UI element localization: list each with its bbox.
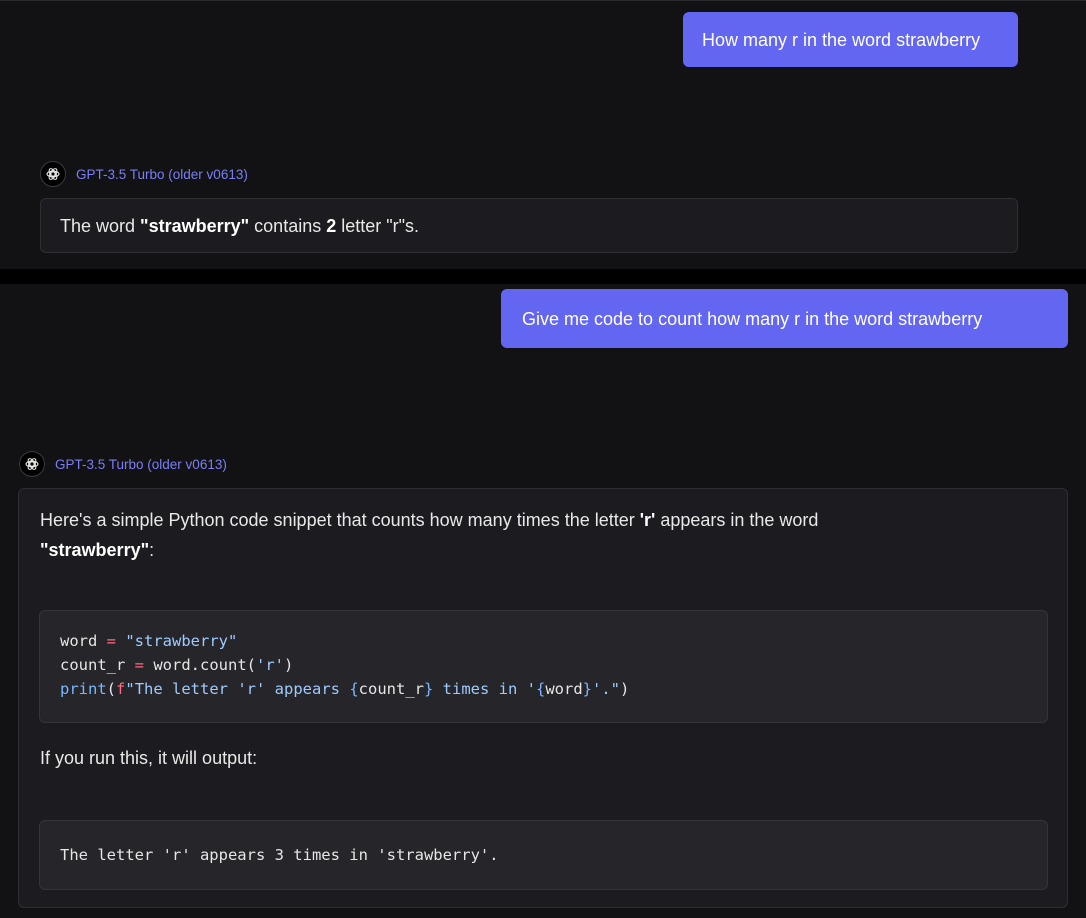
intro-letter: 'r' (639, 510, 656, 530)
answer-word: "strawberry" (140, 216, 250, 236)
code-token: = (97, 632, 126, 650)
answer-count: 2 (326, 216, 337, 236)
run-description-text: If you run this, it will output: (40, 748, 258, 768)
assistant-answer-text: The word "strawberry" contains 2 letter … (60, 211, 998, 241)
code-line-2: count_r = word.count('r') (60, 653, 1027, 677)
openai-logo-icon (19, 451, 45, 477)
code-token: times in ' (433, 680, 536, 698)
assistant-answer-box: Here's a simple Python code snippet that… (18, 488, 1068, 908)
code-token: "strawberry" (125, 632, 238, 650)
intro-text-part: appears in the word (655, 510, 819, 530)
code-token: "The letter 'r' appears (125, 680, 350, 698)
assistant-answer-box: The word "strawberry" contains 2 letter … (40, 198, 1018, 253)
code-token: ) (283, 656, 294, 674)
answer-text-part: letter "r"s. (336, 216, 420, 236)
output-text: The letter 'r' appears 3 times in 'straw… (60, 846, 499, 864)
intro-word: "strawberry" (40, 540, 150, 560)
chat-panel-1: How many r in the word strawberry GPT-3.… (0, 0, 1086, 269)
answer-text-part: contains (249, 216, 327, 236)
code-token: ) (620, 680, 630, 698)
model-header: GPT-3.5 Turbo (older v0613) (19, 451, 227, 477)
code-token: '." (592, 680, 621, 698)
code-line-1: word = "strawberry" (60, 629, 1027, 653)
output-block[interactable]: The letter 'r' appears 3 times in 'straw… (39, 820, 1048, 890)
code-token: count_r (358, 680, 424, 698)
code-token: } (582, 680, 593, 698)
code-block[interactable]: word = "strawberry" count_r = word.count(… (39, 610, 1048, 723)
answer-text-part: The word (60, 216, 141, 236)
chat-panel-2: Give me code to count how many r in the … (0, 284, 1086, 918)
code-token: f (116, 680, 126, 698)
code-token: word.count( (153, 656, 256, 674)
model-header: GPT-3.5 Turbo (older v0613) (40, 161, 248, 187)
code-token: { (349, 680, 359, 698)
intro-text-part: : (149, 540, 155, 560)
user-message-bubble: Give me code to count how many r in the … (501, 289, 1068, 348)
user-message-bubble: How many r in the word strawberry (683, 12, 1018, 67)
openai-logo-icon (40, 161, 66, 187)
intro-text-part: Here's a simple Python code snippet that… (40, 510, 640, 530)
code-token: word (545, 680, 583, 698)
code-token: word (60, 632, 98, 650)
assistant-intro-text: Here's a simple Python code snippet that… (40, 505, 1040, 565)
model-name: GPT-3.5 Turbo (older v0613) (55, 456, 227, 472)
code-token: ( (106, 680, 117, 698)
code-token: { (536, 680, 546, 698)
user-message-text: How many r in the word strawberry (702, 29, 981, 50)
code-token: = (125, 656, 154, 674)
code-token: print (60, 680, 107, 698)
code-token: count_r (60, 656, 126, 674)
code-token: 'r' (255, 656, 284, 674)
user-message-text: Give me code to count how many r in the … (522, 308, 983, 329)
code-token: } (424, 680, 434, 698)
model-name: GPT-3.5 Turbo (older v0613) (76, 166, 248, 182)
code-line-3: print(f"The letter 'r' appears {count_r}… (60, 677, 1027, 701)
